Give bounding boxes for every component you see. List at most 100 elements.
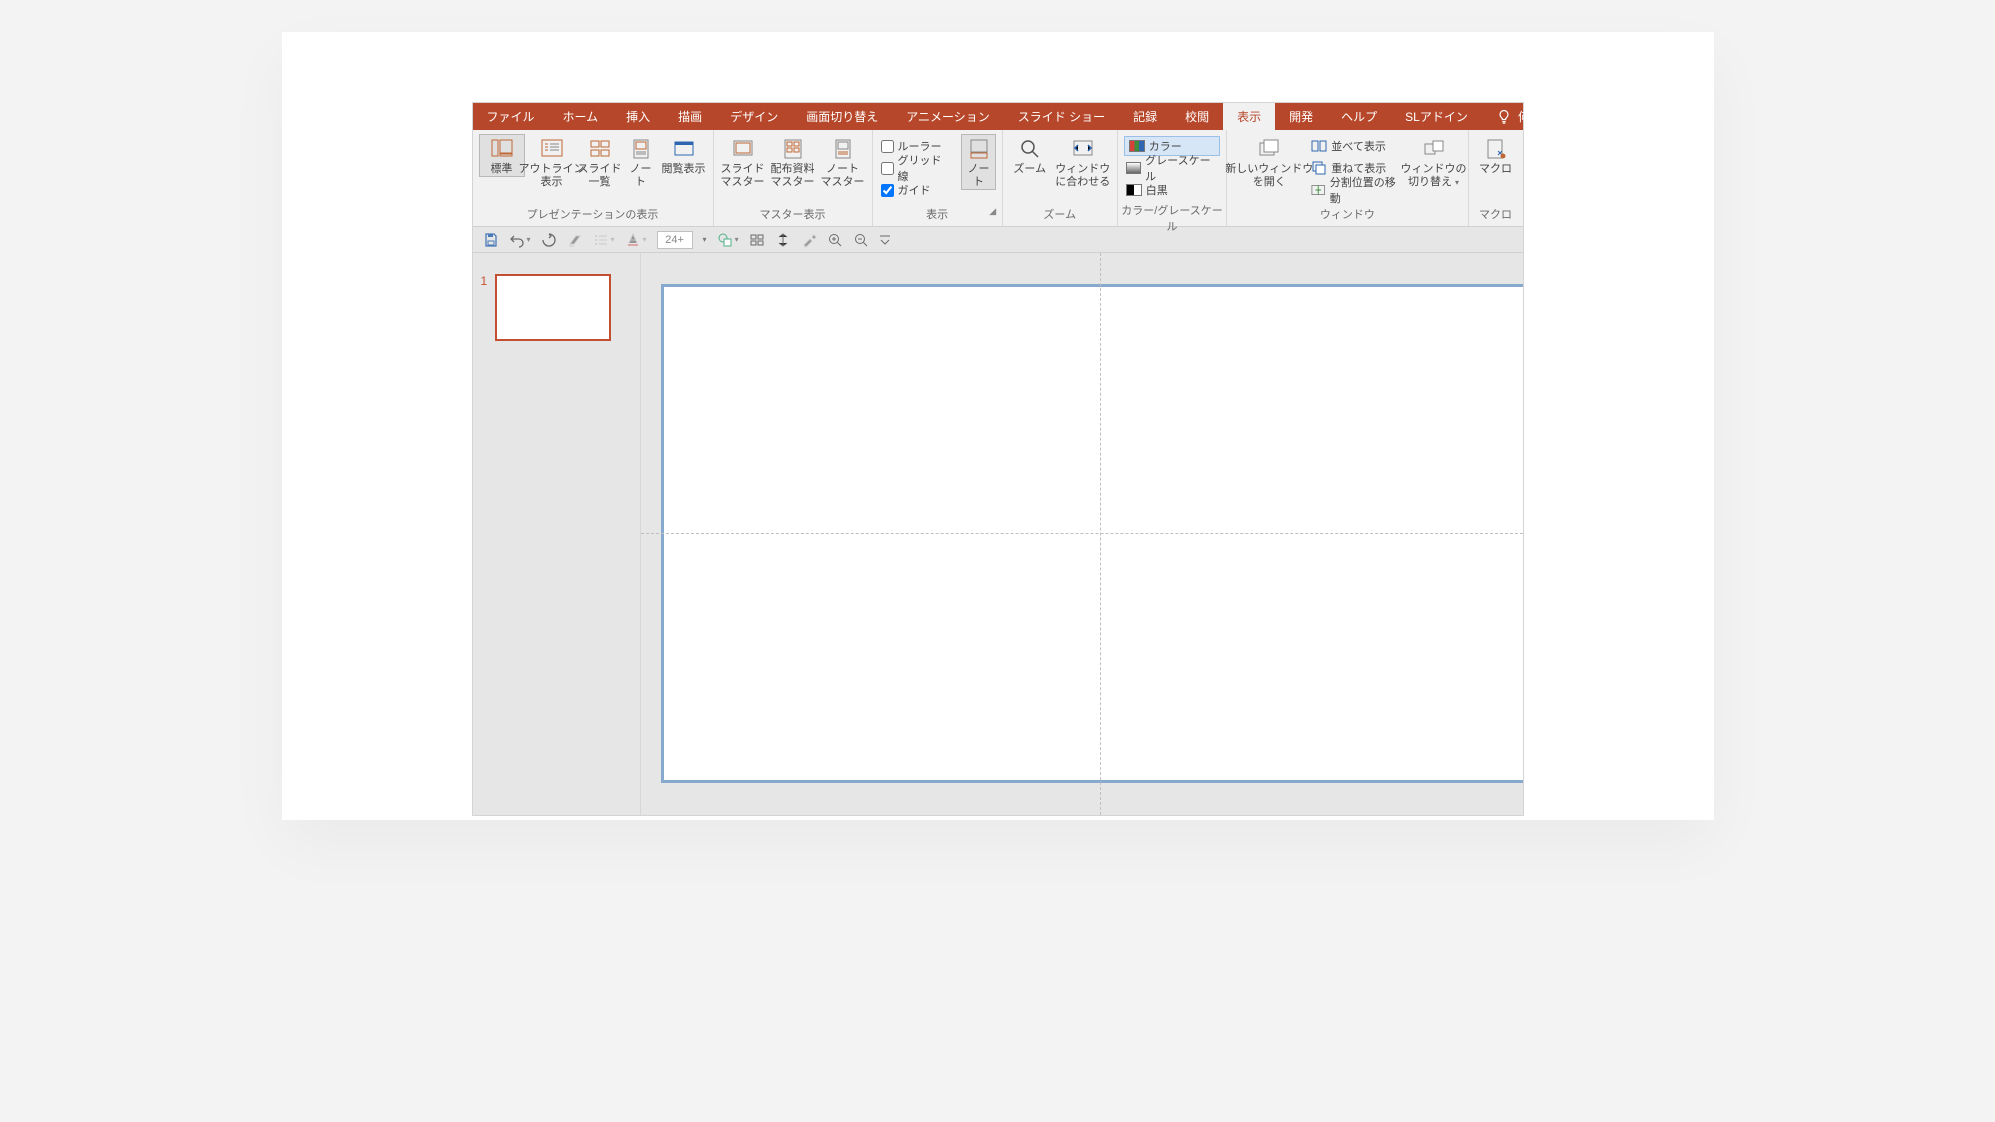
page-work: ファイル ホーム 挿入 描画 デザイン 画面切り替え アニメーション スライド … xyxy=(282,32,1714,820)
undo-button[interactable]: ▾ xyxy=(509,232,531,248)
slide-sorter-button[interactable]: スライド 一覧 xyxy=(579,134,621,190)
tab-animations[interactable]: アニメーション xyxy=(892,103,1004,130)
notes-master-button[interactable]: ノート マスター xyxy=(820,134,866,190)
tab-file[interactable]: ファイル xyxy=(473,103,549,130)
workspace: 1 xyxy=(473,253,1523,815)
new-window-button[interactable]: 新しいウィンドウ を開く xyxy=(1233,134,1305,190)
grayscale-mode-button[interactable]: グレースケール xyxy=(1124,158,1221,178)
thumbnail-number: 1 xyxy=(481,274,488,341)
horizontal-guide[interactable] xyxy=(641,533,1523,534)
save-button[interactable] xyxy=(483,232,499,248)
lightbulb-icon xyxy=(1496,109,1512,125)
macros-icon xyxy=(1484,137,1508,161)
chevron-down-icon: ▾ xyxy=(1455,178,1459,187)
move-split-button[interactable]: 分割位置の移動 xyxy=(1309,180,1401,200)
gridlines-checkbox-input[interactable] xyxy=(881,162,894,175)
align-icon xyxy=(749,232,765,248)
outline-view-icon xyxy=(540,137,564,161)
normal-view-label: 標準 xyxy=(491,163,513,176)
arrange-all-button[interactable]: 並べて表示 xyxy=(1309,136,1401,156)
notes-page-button[interactable]: ノー ト xyxy=(625,134,657,190)
bw-mode-label: 白黒 xyxy=(1146,182,1168,198)
show-dialog-launcher-icon[interactable]: ◢ xyxy=(988,206,998,216)
group-master-views-label: マスター表示 xyxy=(714,204,872,226)
slide-thumbnails-pane[interactable]: 1 xyxy=(473,253,641,815)
quick-access-toolbar: ▾ ▾ ▾ 24+▾ xyxy=(473,227,1523,253)
tab-insert[interactable]: 挿入 xyxy=(612,103,664,130)
gridlines-checkbox[interactable]: グリッド線 xyxy=(879,158,952,178)
group-master-views: スライド マスター 配布資料 マスター xyxy=(714,130,873,226)
switch-windows-icon xyxy=(1422,137,1446,161)
slide-sorter-label: スライド 一覧 xyxy=(578,163,622,189)
macros-button[interactable]: マクロ xyxy=(1475,134,1517,177)
zoom-out-button[interactable] xyxy=(853,232,869,248)
color-swatch-icon xyxy=(1129,140,1145,152)
tab-draw[interactable]: 描画 xyxy=(664,103,716,130)
normal-view-icon xyxy=(490,137,514,161)
handout-master-label: 配布資料 マスター xyxy=(771,163,815,189)
redo-button[interactable] xyxy=(541,232,557,248)
tab-transitions[interactable]: 画面切り替え xyxy=(792,103,892,130)
group-show: ルーラー グリッド線 ガイド ノー ト xyxy=(873,130,1003,226)
reading-view-label: 閲覧表示 xyxy=(662,163,706,176)
new-window-label: 新しいウィンドウ を開く xyxy=(1225,163,1313,189)
thumbnail-row: 1 xyxy=(481,274,628,341)
page-stage: ファイル ホーム 挿入 描画 デザイン 画面切り替え アニメーション スライド … xyxy=(282,32,1714,820)
group-window-label: ウィンドウ xyxy=(1227,204,1467,226)
comments-icon[interactable] xyxy=(1604,103,1628,130)
tab-review[interactable]: 校閲 xyxy=(1171,103,1223,130)
tab-design[interactable]: デザイン xyxy=(716,103,792,130)
save-icon xyxy=(483,232,499,248)
align-button[interactable] xyxy=(749,232,765,248)
font-size-box[interactable]: 24+ xyxy=(657,231,693,249)
eyedropper-button xyxy=(801,232,817,248)
notes-page-label: ノー ト xyxy=(630,163,652,189)
handout-master-button[interactable]: 配布資料 マスター xyxy=(770,134,816,190)
slide-master-label: スライド マスター xyxy=(721,163,765,189)
clear-format-icon xyxy=(567,232,583,248)
slide-canvas-area[interactable] xyxy=(641,253,1523,815)
switch-windows-button[interactable]: ウィンドウの 切り替え ▾ xyxy=(1406,134,1462,190)
tab-sladdin[interactable]: SLアドイン xyxy=(1391,103,1482,130)
ruler-checkbox-input[interactable] xyxy=(881,140,894,153)
shapes-button[interactable]: ▾ xyxy=(717,232,739,248)
group-color-grayscale-label: カラー/グレースケール xyxy=(1118,200,1227,238)
qat-customize-button[interactable] xyxy=(879,233,891,247)
arrange-all-label: 並べて表示 xyxy=(1331,138,1386,154)
zoom-button[interactable]: ズーム xyxy=(1009,134,1051,177)
tell-me-search[interactable]: 何をしますか xyxy=(1482,103,1604,130)
guides-checkbox[interactable]: ガイド xyxy=(879,180,952,200)
redo-icon xyxy=(541,232,557,248)
group-zoom: ズーム ウィンドウ に合わせる ズーム xyxy=(1003,130,1118,226)
macros-label: マクロ xyxy=(1479,163,1512,176)
zoom-in-button[interactable] xyxy=(827,232,843,248)
notes-toggle-button[interactable]: ノー ト xyxy=(961,134,996,190)
shapes-icon xyxy=(717,232,733,248)
tab-help[interactable]: ヘルプ xyxy=(1327,103,1391,130)
vertical-guide[interactable] xyxy=(1100,253,1101,815)
slide-master-button[interactable]: スライド マスター xyxy=(720,134,766,190)
tab-home[interactable]: ホーム xyxy=(549,103,613,130)
tab-record[interactable]: 記録 xyxy=(1119,103,1171,130)
ribbon-tabs: ファイル ホーム 挿入 描画 デザイン 画面切り替え アニメーション スライド … xyxy=(473,103,1523,130)
guides-checkbox-input[interactable] xyxy=(881,184,894,197)
tab-view[interactable]: 表示 xyxy=(1223,103,1275,130)
reading-view-button[interactable]: 閲覧表示 xyxy=(661,134,707,177)
slide-thumbnail-1[interactable] xyxy=(495,274,611,341)
fit-to-window-icon xyxy=(1071,137,1095,161)
fit-to-window-button[interactable]: ウィンドウ に合わせる xyxy=(1055,134,1111,190)
tab-developer[interactable]: 開発 xyxy=(1275,103,1327,130)
bw-mode-button[interactable]: 白黒 xyxy=(1124,180,1221,200)
ribbon-panel: 標準 アウトライン 表示 xyxy=(473,130,1523,227)
clear-format-button xyxy=(567,232,583,248)
notes-toggle-label: ノー ト xyxy=(968,163,990,189)
outline-view-button[interactable]: アウトライン 表示 xyxy=(529,134,575,190)
slide-sorter-icon xyxy=(588,137,612,161)
notes-master-icon xyxy=(831,137,855,161)
reading-view-icon xyxy=(672,137,696,161)
zoom-label: ズーム xyxy=(1013,163,1046,176)
qat-customize-icon xyxy=(879,233,891,247)
guides-checkbox-label: ガイド xyxy=(898,182,931,198)
distribute-button[interactable] xyxy=(775,232,791,248)
tab-slideshow[interactable]: スライド ショー xyxy=(1004,103,1119,130)
